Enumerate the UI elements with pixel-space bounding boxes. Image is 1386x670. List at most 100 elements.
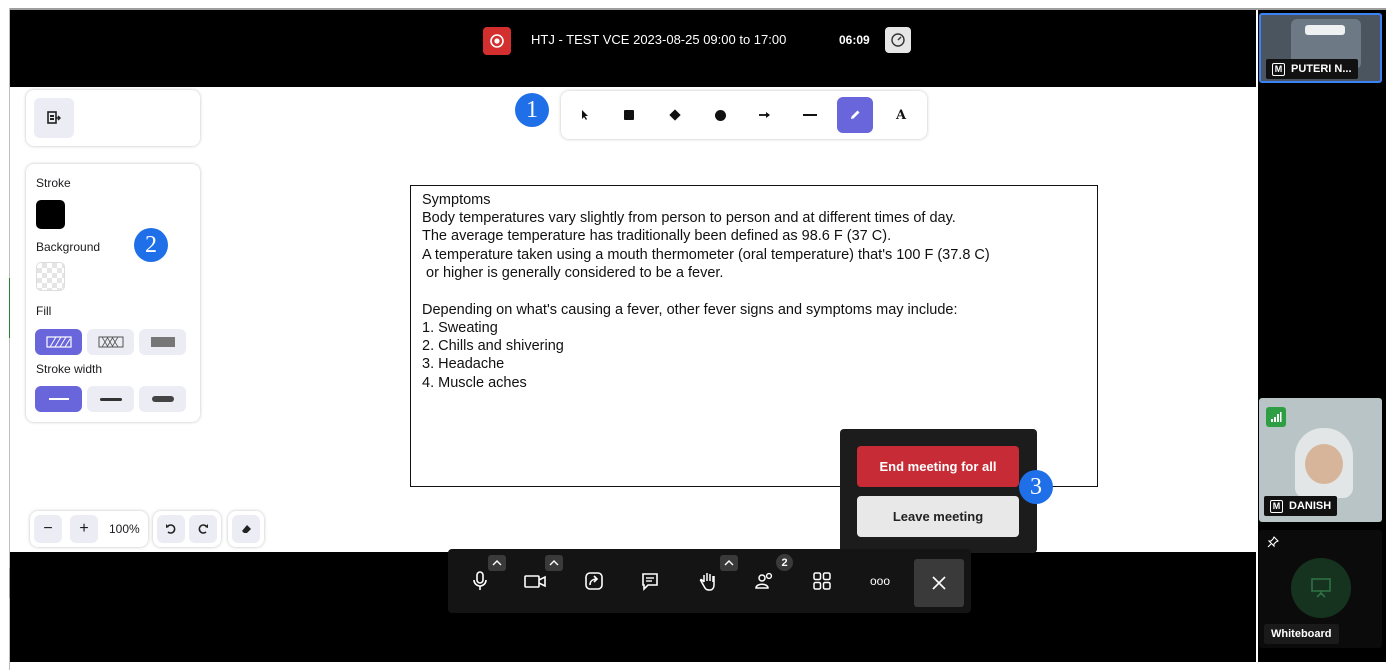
tool-arrow[interactable] [747, 97, 783, 133]
stroke-color-swatch[interactable] [36, 200, 65, 229]
whiteboard-tile[interactable]: Whiteboard [1259, 530, 1382, 648]
undo-button[interactable] [157, 515, 185, 543]
text-line: Depending on what's causing a fever, oth… [422, 302, 958, 318]
zoom-in-button[interactable]: + [70, 515, 98, 543]
chat-button[interactable] [628, 559, 672, 603]
tool-draw[interactable] [837, 97, 873, 133]
export-button[interactable] [34, 98, 74, 138]
chevron-up-icon [724, 560, 734, 566]
text-line: Body temperatures vary slightly from per… [422, 210, 956, 226]
drawing-toolbar: A [561, 91, 927, 139]
hachure-icon [45, 336, 72, 348]
eraser-icon [242, 525, 251, 533]
moderator-badge: M [1270, 499, 1283, 513]
app-frame: HTJ - TEST VCE 2023-08-25 09:00 to 17:00… [0, 0, 1386, 670]
text-line: 4. Muscle aches [422, 375, 527, 391]
zoom-level[interactable]: 100% [109, 522, 140, 536]
fill-cross-hatch-option[interactable] [87, 329, 134, 355]
tool-ellipse[interactable] [702, 97, 738, 133]
leave-meeting-popup: End meeting for all Leave meeting [840, 429, 1037, 553]
bold-line-icon [99, 397, 122, 401]
microphone-options-caret[interactable] [488, 555, 506, 571]
whiteboard-avatar [1291, 558, 1351, 618]
properties-panel: Stroke Background Fill Stroke width [26, 164, 200, 422]
participant-tile[interactable]: M DANISH [1259, 398, 1382, 522]
chevron-up-icon [549, 560, 559, 566]
text-line: or higher is generally considered to be … [422, 265, 724, 281]
history-controls [153, 511, 221, 547]
connection-speed-button[interactable] [885, 27, 911, 53]
camera-options-caret[interactable] [545, 555, 563, 571]
undo-icon [166, 524, 176, 534]
eraser-button[interactable] [232, 515, 260, 543]
fill-hachure-option[interactable] [35, 329, 82, 355]
participant-name: DANISH [1289, 500, 1332, 512]
whiteboard-label: Whiteboard [1264, 624, 1339, 644]
annotation-badge-1: 1 [515, 93, 549, 127]
stroke-width-thin-option[interactable] [35, 386, 82, 412]
stroke-width-bold-option[interactable] [87, 386, 134, 412]
background-label: Background [36, 240, 101, 254]
line-icon [803, 114, 817, 116]
meeting-title: HTJ - TEST VCE 2023-08-25 09:00 to 17:00 [531, 32, 787, 47]
eraser-panel [228, 511, 264, 547]
participant-name-tag: M PUTERI N... [1266, 59, 1358, 79]
video-feed-highlight [1305, 25, 1345, 35]
rectangle-icon [624, 110, 634, 120]
leave-meeting-button[interactable]: Leave meeting [857, 496, 1019, 537]
pointer-icon [582, 110, 588, 120]
cross-hatch-icon [98, 336, 123, 348]
tool-selection[interactable] [567, 97, 603, 133]
fill-label: Fill [36, 304, 52, 318]
recording-indicator[interactable] [483, 27, 511, 55]
stroke-width-extra-bold-option[interactable] [139, 386, 186, 412]
meeting-header: HTJ - TEST VCE 2023-08-25 09:00 to 17:00… [10, 10, 1256, 88]
pin-icon[interactable] [1267, 536, 1279, 548]
microphone-icon [473, 571, 487, 590]
more-options-button[interactable]: ooo [858, 559, 902, 603]
text-line: 2. Chills and shivering [422, 338, 564, 354]
text-line: 1. Sweating [422, 320, 498, 336]
background-color-swatch[interactable] [36, 262, 65, 291]
text-line: Symptoms [422, 192, 491, 208]
participants-icon [755, 572, 773, 589]
camera-icon [524, 575, 546, 588]
fill-solid-option[interactable] [139, 329, 186, 355]
zoom-out-button[interactable]: − [34, 515, 62, 543]
close-leave-button[interactable] [914, 559, 964, 607]
participant-name: PUTERI N... [1291, 63, 1352, 75]
solid-fill-icon [150, 337, 175, 347]
end-meeting-for-all-button[interactable]: End meeting for all [857, 446, 1019, 487]
reactions-options-caret[interactable] [720, 555, 738, 571]
tool-diamond[interactable] [657, 97, 693, 133]
moderator-badge: M [1272, 62, 1285, 76]
tool-line[interactable] [792, 97, 828, 133]
arrow-icon [759, 112, 770, 118]
apps-button[interactable] [800, 559, 844, 603]
participant-tile[interactable]: M PUTERI N... [1259, 13, 1382, 83]
record-icon [490, 34, 504, 48]
signal-bars-icon [1271, 412, 1282, 422]
diamond-icon [669, 109, 681, 121]
pencil-icon [851, 110, 860, 119]
annotation-badge-2: 2 [134, 228, 168, 262]
signal-strength-icon [1266, 407, 1286, 427]
redo-button[interactable] [189, 515, 217, 543]
grid-icon [813, 572, 831, 590]
close-icon [932, 576, 946, 590]
participant-count-badge: 2 [776, 554, 793, 571]
speedometer-icon [891, 33, 905, 47]
tool-text[interactable]: A [883, 97, 919, 133]
export-panel [26, 90, 200, 146]
ellipse-icon [714, 109, 726, 121]
zoom-controls: − + 100% [30, 511, 148, 547]
meeting-timer: 06:09 [839, 33, 870, 47]
chat-icon [642, 573, 658, 591]
redo-icon [198, 524, 208, 534]
share-screen-icon [585, 572, 603, 590]
export-icon [47, 111, 61, 124]
participant-name-tag: M DANISH [1264, 496, 1338, 516]
tool-rectangle[interactable] [611, 97, 647, 133]
share-screen-button[interactable] [572, 559, 616, 603]
text-line: The average temperature has traditionall… [422, 228, 892, 244]
